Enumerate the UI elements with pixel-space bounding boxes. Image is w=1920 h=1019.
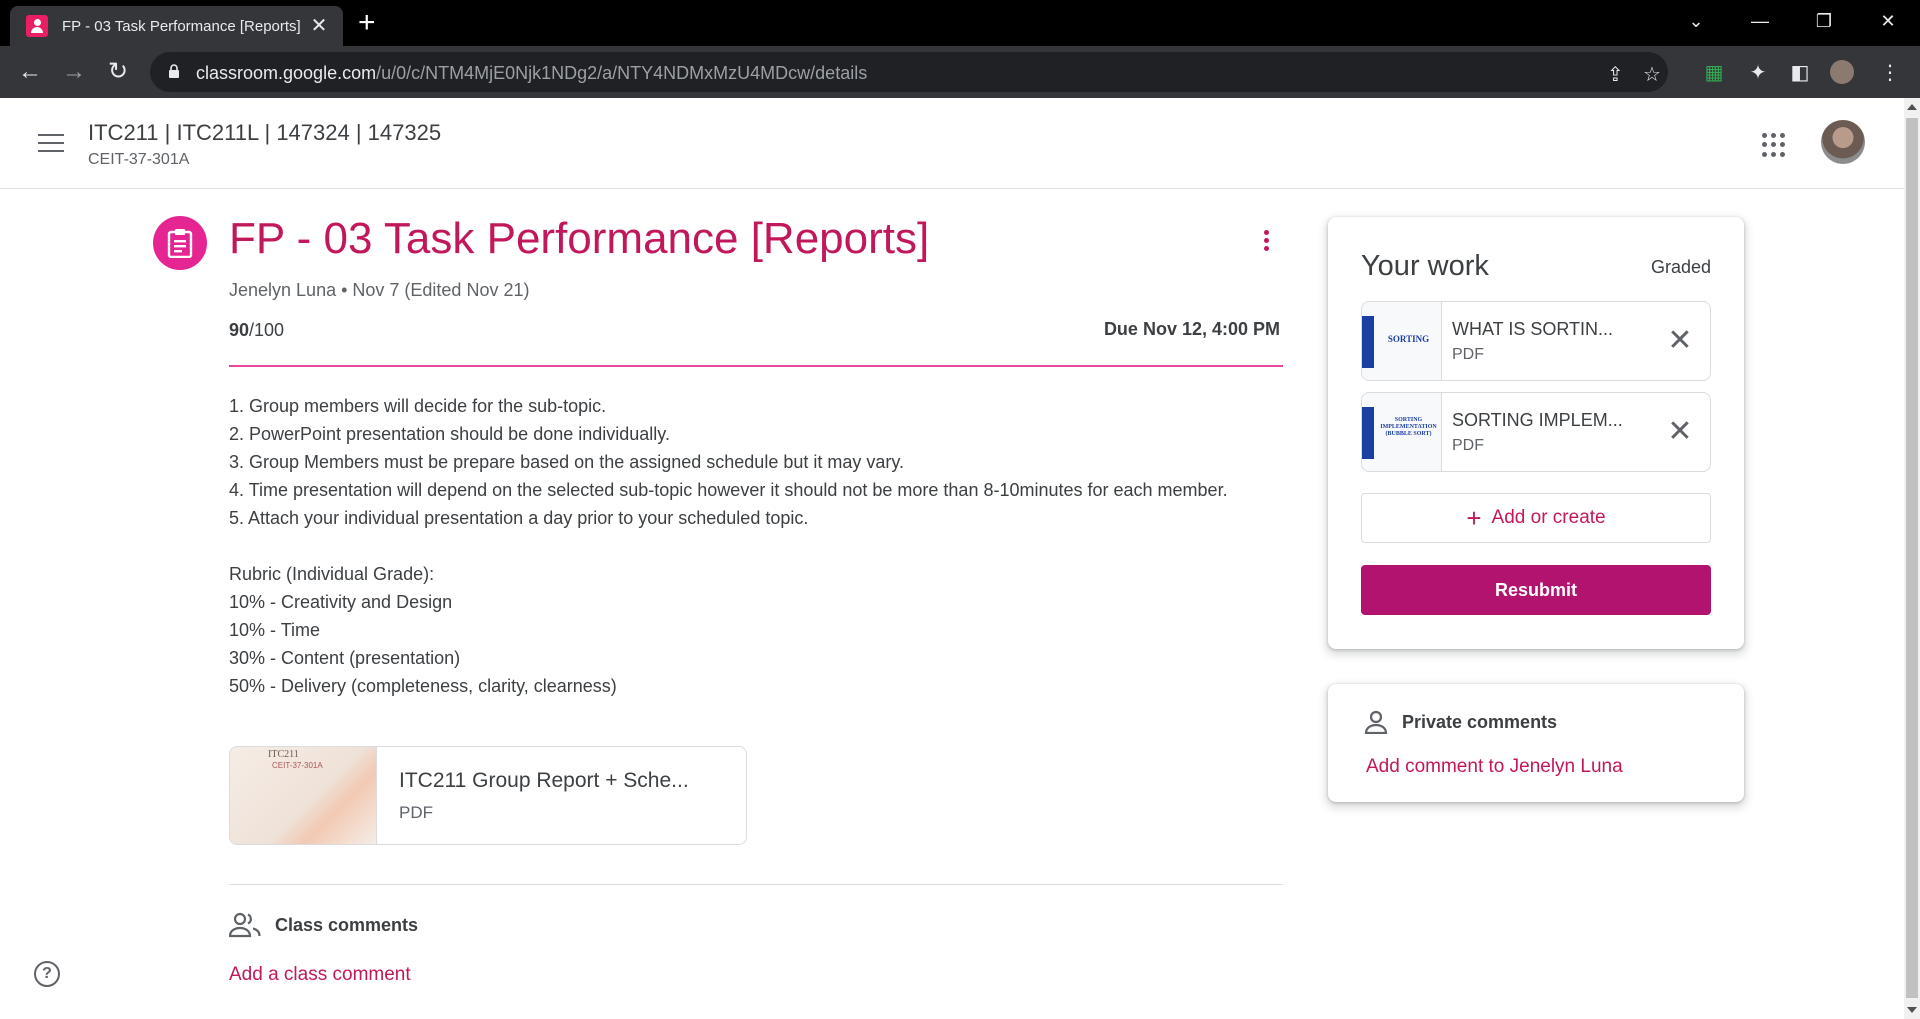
assignment-icon [153,216,207,270]
instruction-line: 4. Time presentation will depend on the … [229,480,1228,500]
remove-file-icon[interactable]: ✕ [1650,417,1710,447]
class-section: CEIT-37-301A [88,151,190,168]
comments-divider [229,884,1283,885]
google-apps-icon[interactable] [1762,133,1786,157]
instruction-line: 5. Attach your individual presentation a… [229,508,809,528]
instruction-line: 1. Group members will decide for the sub… [229,396,607,416]
forward-icon[interactable]: → [60,58,88,86]
file-thumb-text: SORTING [1387,334,1430,344]
instruction-line: 3. Group Members must be prepare based o… [229,452,905,472]
file-name: SORTING IMPLEM... [1452,409,1623,430]
thumb-sub: CEIT-37-301A [272,761,323,770]
reload-icon[interactable]: ↻ [104,58,132,86]
your-work-card: Your work Graded SORTING WHAT IS SORTIN.… [1328,217,1744,649]
file-type: PDF [1452,436,1484,454]
main-menu-icon[interactable] [38,134,64,154]
resubmit-button[interactable]: Resubmit [1361,565,1711,615]
more-options-icon[interactable] [1256,230,1276,260]
file-thumbnail: SORTING [1362,302,1442,380]
extensions-puzzle-icon[interactable]: ✦ [1746,60,1770,84]
remove-file-icon[interactable]: ✕ [1650,326,1710,356]
url-text: classroom.google.com/u/0/c/NTM4MjE0Njk1N… [196,63,868,83]
close-window-icon[interactable]: ✕ [1856,0,1920,42]
people-icon [229,912,261,938]
instruction-line: 2. PowerPoint presentation should be don… [229,424,670,444]
share-icon[interactable]: ⇪ [1607,62,1624,87]
instruction-line: Rubric (Individual Grade): [229,564,435,584]
bookmark-star-icon[interactable]: ☆ [1643,62,1661,87]
address-bar[interactable]: classroom.google.com/u/0/c/NTM4MjE0Njk1N… [150,52,1668,92]
points-total: /100 [249,320,285,340]
tab-strip: FP - 03 Task Performance [Reports] ✕ + ⌄… [0,0,1920,46]
new-tab-icon[interactable]: + [358,8,376,38]
side-panel-icon[interactable]: ◧ [1788,60,1812,84]
sheets-extension-icon[interactable]: ▦ [1702,60,1726,84]
window-controls: ⌄ — ❐ ✕ [1664,0,1920,46]
instruction-line: 10% - Time [229,620,321,640]
submitted-file[interactable]: SORTING WHAT IS SORTIN... PDF ✕ [1361,301,1711,381]
minimize-icon[interactable]: — [1728,0,1792,42]
back-icon[interactable]: ← [16,58,44,86]
attachment-card[interactable]: ITC211 CEIT-37-301A ITC211 Group Report … [229,746,747,845]
class-title[interactable]: ITC211 | ITC211L | 147324 | 147325 [88,120,441,146]
add-private-comment-link[interactable]: Add comment to Jenelyn Luna [1366,756,1623,778]
file-thumbnail: SORTING IMPLEMENTATION (BUBBLE SORT) [1362,393,1442,471]
class-comments-label: Class comments [275,914,419,935]
account-avatar[interactable] [1821,120,1865,164]
class-comments-header: Class comments [229,912,418,938]
scroll-up-icon[interactable] [1907,104,1917,110]
instruction-line: 10% - Creativity and Design [229,592,453,612]
tab-close-icon[interactable]: ✕ [307,14,331,38]
scrollbar-thumb[interactable] [1906,118,1918,998]
instruction-line: 50% - Delivery (completeness, clarity, c… [229,676,617,696]
attachment-type: PDF [399,803,433,822]
file-type: PDF [1452,345,1484,363]
add-class-comment-link[interactable]: Add a class comment [229,964,411,986]
file-name: WHAT IS SORTIN... [1452,318,1614,339]
grade-points: 90/100 [229,320,284,341]
points-earned: 90 [229,320,250,340]
due-date: Due Nov 12, 4:00 PM [1103,319,1280,339]
tab-title: FP - 03 Task Performance [Reports] [62,17,301,35]
private-comments-header: Private comments [1364,710,1557,734]
private-comments-card: Private comments Add comment to Jenelyn … [1328,684,1744,802]
browser-menu-icon[interactable]: ⋮ [1878,60,1902,84]
page-scrollbar[interactable] [1904,98,1920,1019]
assignment-instructions: 1. Group members will decide for the sub… [229,392,1283,700]
profile-avatar[interactable] [1830,60,1854,84]
add-or-create-button[interactable]: + Add or create [1361,493,1711,543]
work-status: Graded [1650,257,1711,277]
help-icon[interactable]: ? [34,961,60,987]
classroom-favicon-icon [26,15,48,37]
plus-icon: + [1466,503,1482,533]
browser-tab[interactable]: FP - 03 Task Performance [Reports] ✕ [10,6,343,46]
add-or-create-label: Add or create [1491,507,1606,528]
restore-icon[interactable]: ❐ [1792,0,1856,42]
tab-search-icon[interactable]: ⌄ [1664,0,1728,42]
file-thumb-text: SORTING IMPLEMENTATION (BUBBLE SORT) [1380,417,1437,437]
private-comments-label: Private comments [1402,711,1558,732]
classroom-header: ITC211 | ITC211L | 147324 | 147325 CEIT-… [0,98,1904,189]
browser-toolbar: ← → ↻ classroom.google.com/u/0/c/NTM4MjE… [0,46,1920,98]
thumb-heading: ITC211 [268,749,299,760]
instruction-line [229,532,1283,560]
submitted-file[interactable]: SORTING IMPLEMENTATION (BUBBLE SORT) SOR… [1361,392,1711,472]
lock-icon [169,64,179,78]
title-divider [229,365,1283,367]
your-work-title: Your work [1361,250,1489,282]
attachment-name: ITC211 Group Report + Sche... [399,769,689,792]
person-icon [1364,710,1388,734]
assignment-meta: Jenelyn Luna • Nov 7 (Edited Nov 21) [229,280,530,300]
instruction-line: 30% - Content (presentation) [229,648,461,668]
scroll-down-icon[interactable] [1907,1007,1917,1013]
assignment-title: FP - 03 Task Performance [Reports] [229,214,930,263]
attachment-thumbnail: ITC211 CEIT-37-301A [230,747,377,844]
